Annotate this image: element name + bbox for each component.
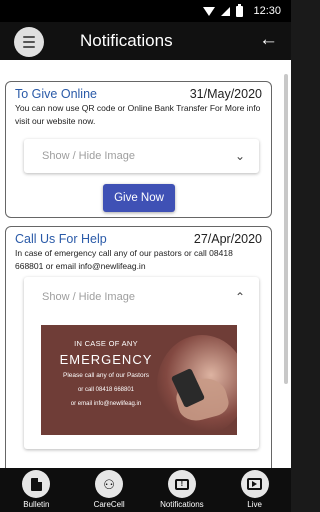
bottom-navigation: Bulletin ⚇ CareCell ! Notifications Live [0,468,291,512]
nav-item-bulletin[interactable]: Bulletin [6,468,66,512]
scrollbar[interactable] [284,74,288,384]
hamburger-menu-icon[interactable] [14,27,44,57]
notification-body: You can now use QR code or Online Bank T… [15,103,261,126]
notification-message-icon: ! [174,478,189,490]
nav-label: Notifications [160,500,204,509]
signal-icon [221,6,231,16]
show-hide-image-toggle[interactable]: Show / Hide Image ⌃ [24,277,259,317]
poster-line: or email info@newlifeag.in [70,401,142,407]
chevron-up-icon: ⌃ [234,290,245,304]
give-now-button[interactable]: Give Now [103,184,175,212]
poster-line: or call 08418 668801 [77,387,135,393]
battery-icon [236,3,244,17]
nav-item-carecell[interactable]: ⚇ CareCell [79,468,139,512]
notification-date: 27/Apr/2020 [193,232,262,246]
show-hide-image-toggle[interactable]: Show / Hide Image ⌄ [24,139,259,173]
toggle-label: Show / Hide Image [42,291,135,303]
page-title: Notifications [80,31,173,50]
document-icon [30,477,42,491]
toggle-label: Show / Hide Image [42,150,135,162]
notification-card: Call Us For Help 27/Apr/2020 In case of … [5,226,272,468]
notification-card: To Give Online 31/May/2020 You can now u… [5,81,272,218]
status-time: 12:30 [253,5,281,17]
app-bar: Notifications ← [0,22,291,60]
nav-item-notifications[interactable]: ! Notifications [152,468,212,512]
nav-item-live[interactable]: Live [225,468,285,512]
people-icon: ⚇ [103,476,115,492]
poster-line: IN CASE OF ANY [74,339,138,348]
image-panel: Show / Hide Image ⌃ IN CASE OF ANY EMERG… [24,277,259,449]
nav-label: CareCell [93,500,125,509]
play-icon [247,478,263,490]
chevron-down-icon: ⌄ [234,149,245,163]
notification-date: 31/May/2020 [189,87,262,101]
wifi-icon [203,6,216,16]
poster-heading: EMERGENCY [59,352,153,367]
notification-title: To Give Online [15,87,97,101]
emergency-poster-image: IN CASE OF ANY EMERGENCY Please call any… [41,325,237,435]
poster-line: Please call any of our Pastors [63,372,149,379]
notification-body: In case of emergency call any of our pas… [15,248,233,271]
arrow-back-icon[interactable]: ← [259,30,278,50]
nav-label: Live [247,500,262,509]
notification-title: Call Us For Help [15,232,107,246]
status-bar: 12:30 [0,0,291,22]
nav-label: Bulletin [23,500,50,509]
notifications-list[interactable]: To Give Online 31/May/2020 You can now u… [0,60,291,468]
